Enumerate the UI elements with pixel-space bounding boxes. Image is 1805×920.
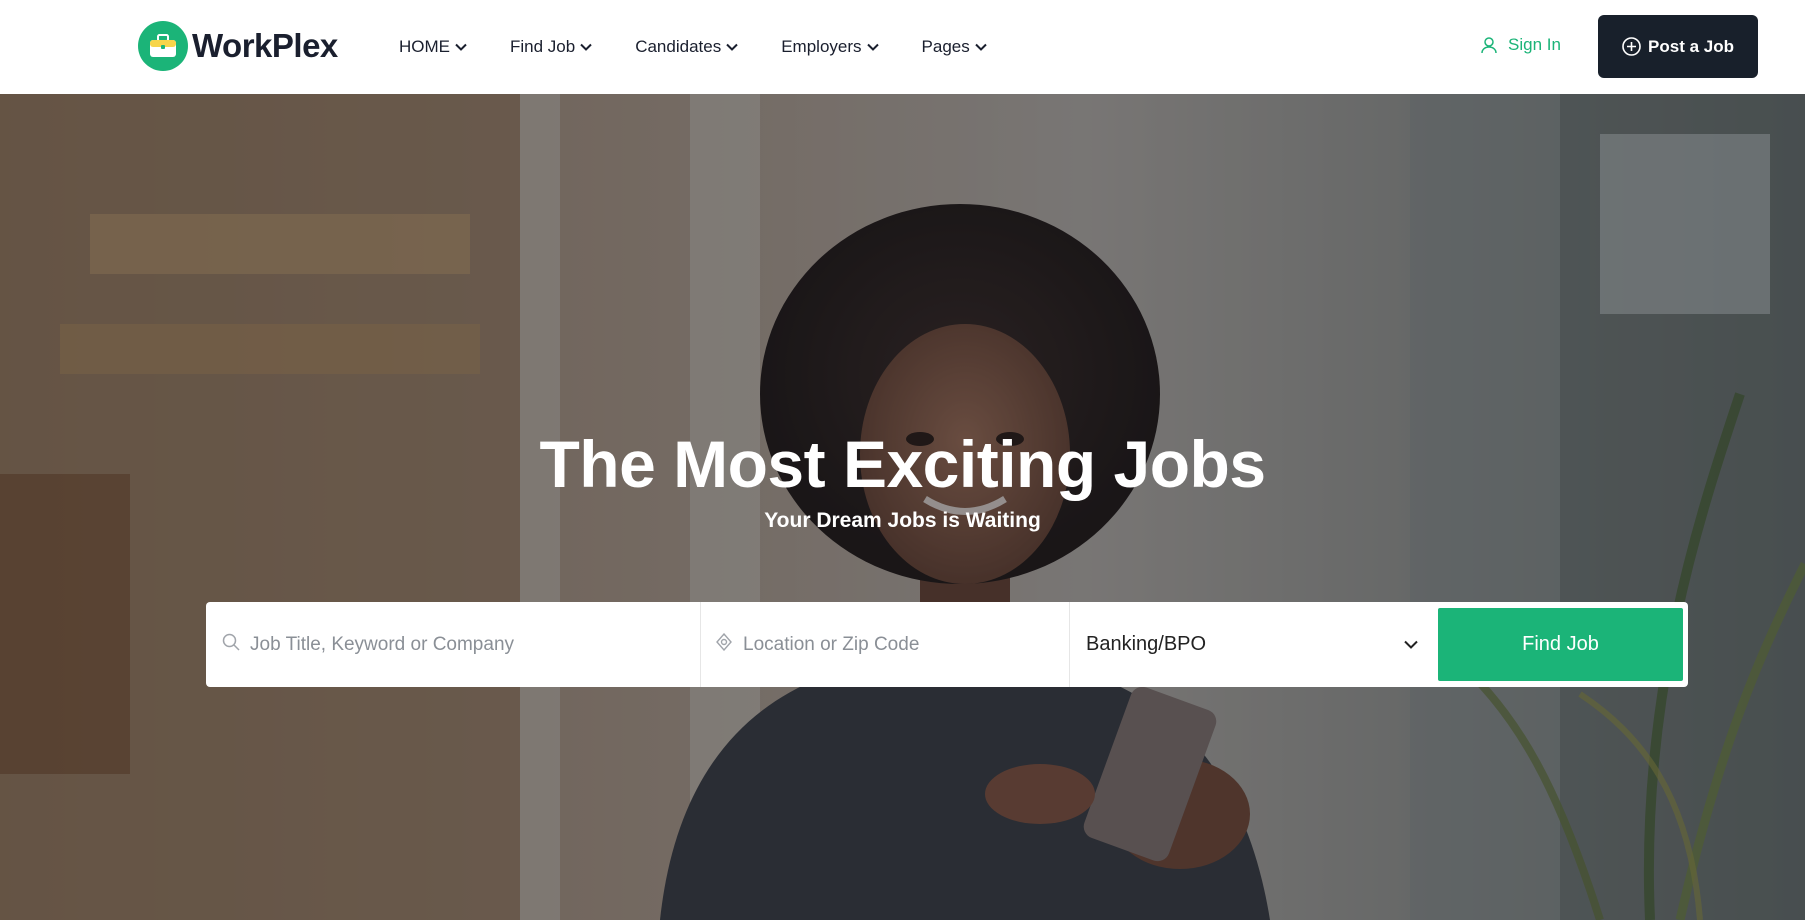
briefcase-icon xyxy=(138,21,188,71)
nav-item-label: Employers xyxy=(781,37,862,56)
location-field xyxy=(701,602,1070,687)
nav-item-find-job[interactable]: Find Job xyxy=(510,37,592,57)
nav-item-home[interactable]: HOME xyxy=(399,37,467,57)
chevron-down-icon xyxy=(866,43,879,51)
job-search-form: Banking/BPO Find Job xyxy=(206,602,1688,687)
logo-text: WorkPlex xyxy=(192,27,338,64)
logo[interactable]: WorkPlex xyxy=(138,21,338,71)
plus-circle-icon xyxy=(1622,37,1641,56)
main-nav: HOME Find Job Candidates Employers Pages xyxy=(399,0,1030,94)
chevron-down-icon xyxy=(726,43,738,51)
chevron-down-icon xyxy=(1404,636,1418,654)
chevron-down-icon xyxy=(580,43,592,51)
post-job-label: Post a Job xyxy=(1648,36,1734,56)
hero-section: The Most Exciting Jobs Your Dream Jobs i… xyxy=(0,94,1805,920)
location-pin-icon xyxy=(715,632,733,656)
search-icon xyxy=(222,633,240,656)
chevron-down-icon xyxy=(455,43,467,51)
hero-title: The Most Exciting Jobs xyxy=(539,427,1266,501)
nav-item-candidates[interactable]: Candidates xyxy=(635,37,738,57)
category-select[interactable]: Banking/BPO xyxy=(1070,602,1438,687)
user-icon xyxy=(1480,36,1498,54)
nav-item-employers[interactable]: Employers xyxy=(781,37,879,57)
category-selected-value: Banking/BPO xyxy=(1086,633,1207,655)
keyword-input[interactable] xyxy=(250,633,700,656)
find-job-button[interactable]: Find Job xyxy=(1438,608,1683,681)
location-input[interactable] xyxy=(743,633,1069,656)
keyword-field xyxy=(206,602,701,687)
post-job-button[interactable]: Post a Job xyxy=(1598,15,1758,78)
sign-in-link[interactable]: Sign In xyxy=(1480,35,1561,55)
sign-in-label: Sign In xyxy=(1508,35,1561,54)
hero-subtitle: Your Dream Jobs is Waiting xyxy=(764,509,1041,532)
nav-item-label: Candidates xyxy=(635,37,722,56)
nav-item-pages[interactable]: Pages xyxy=(922,37,987,57)
site-header: WorkPlex HOME Find Job Candidates Employ… xyxy=(0,0,1805,94)
nav-item-label: Pages xyxy=(921,37,970,56)
hero-overlay xyxy=(0,94,1805,920)
nav-item-label: Find Job xyxy=(510,37,576,56)
nav-item-label: HOME xyxy=(399,37,450,56)
chevron-down-icon xyxy=(975,43,987,51)
